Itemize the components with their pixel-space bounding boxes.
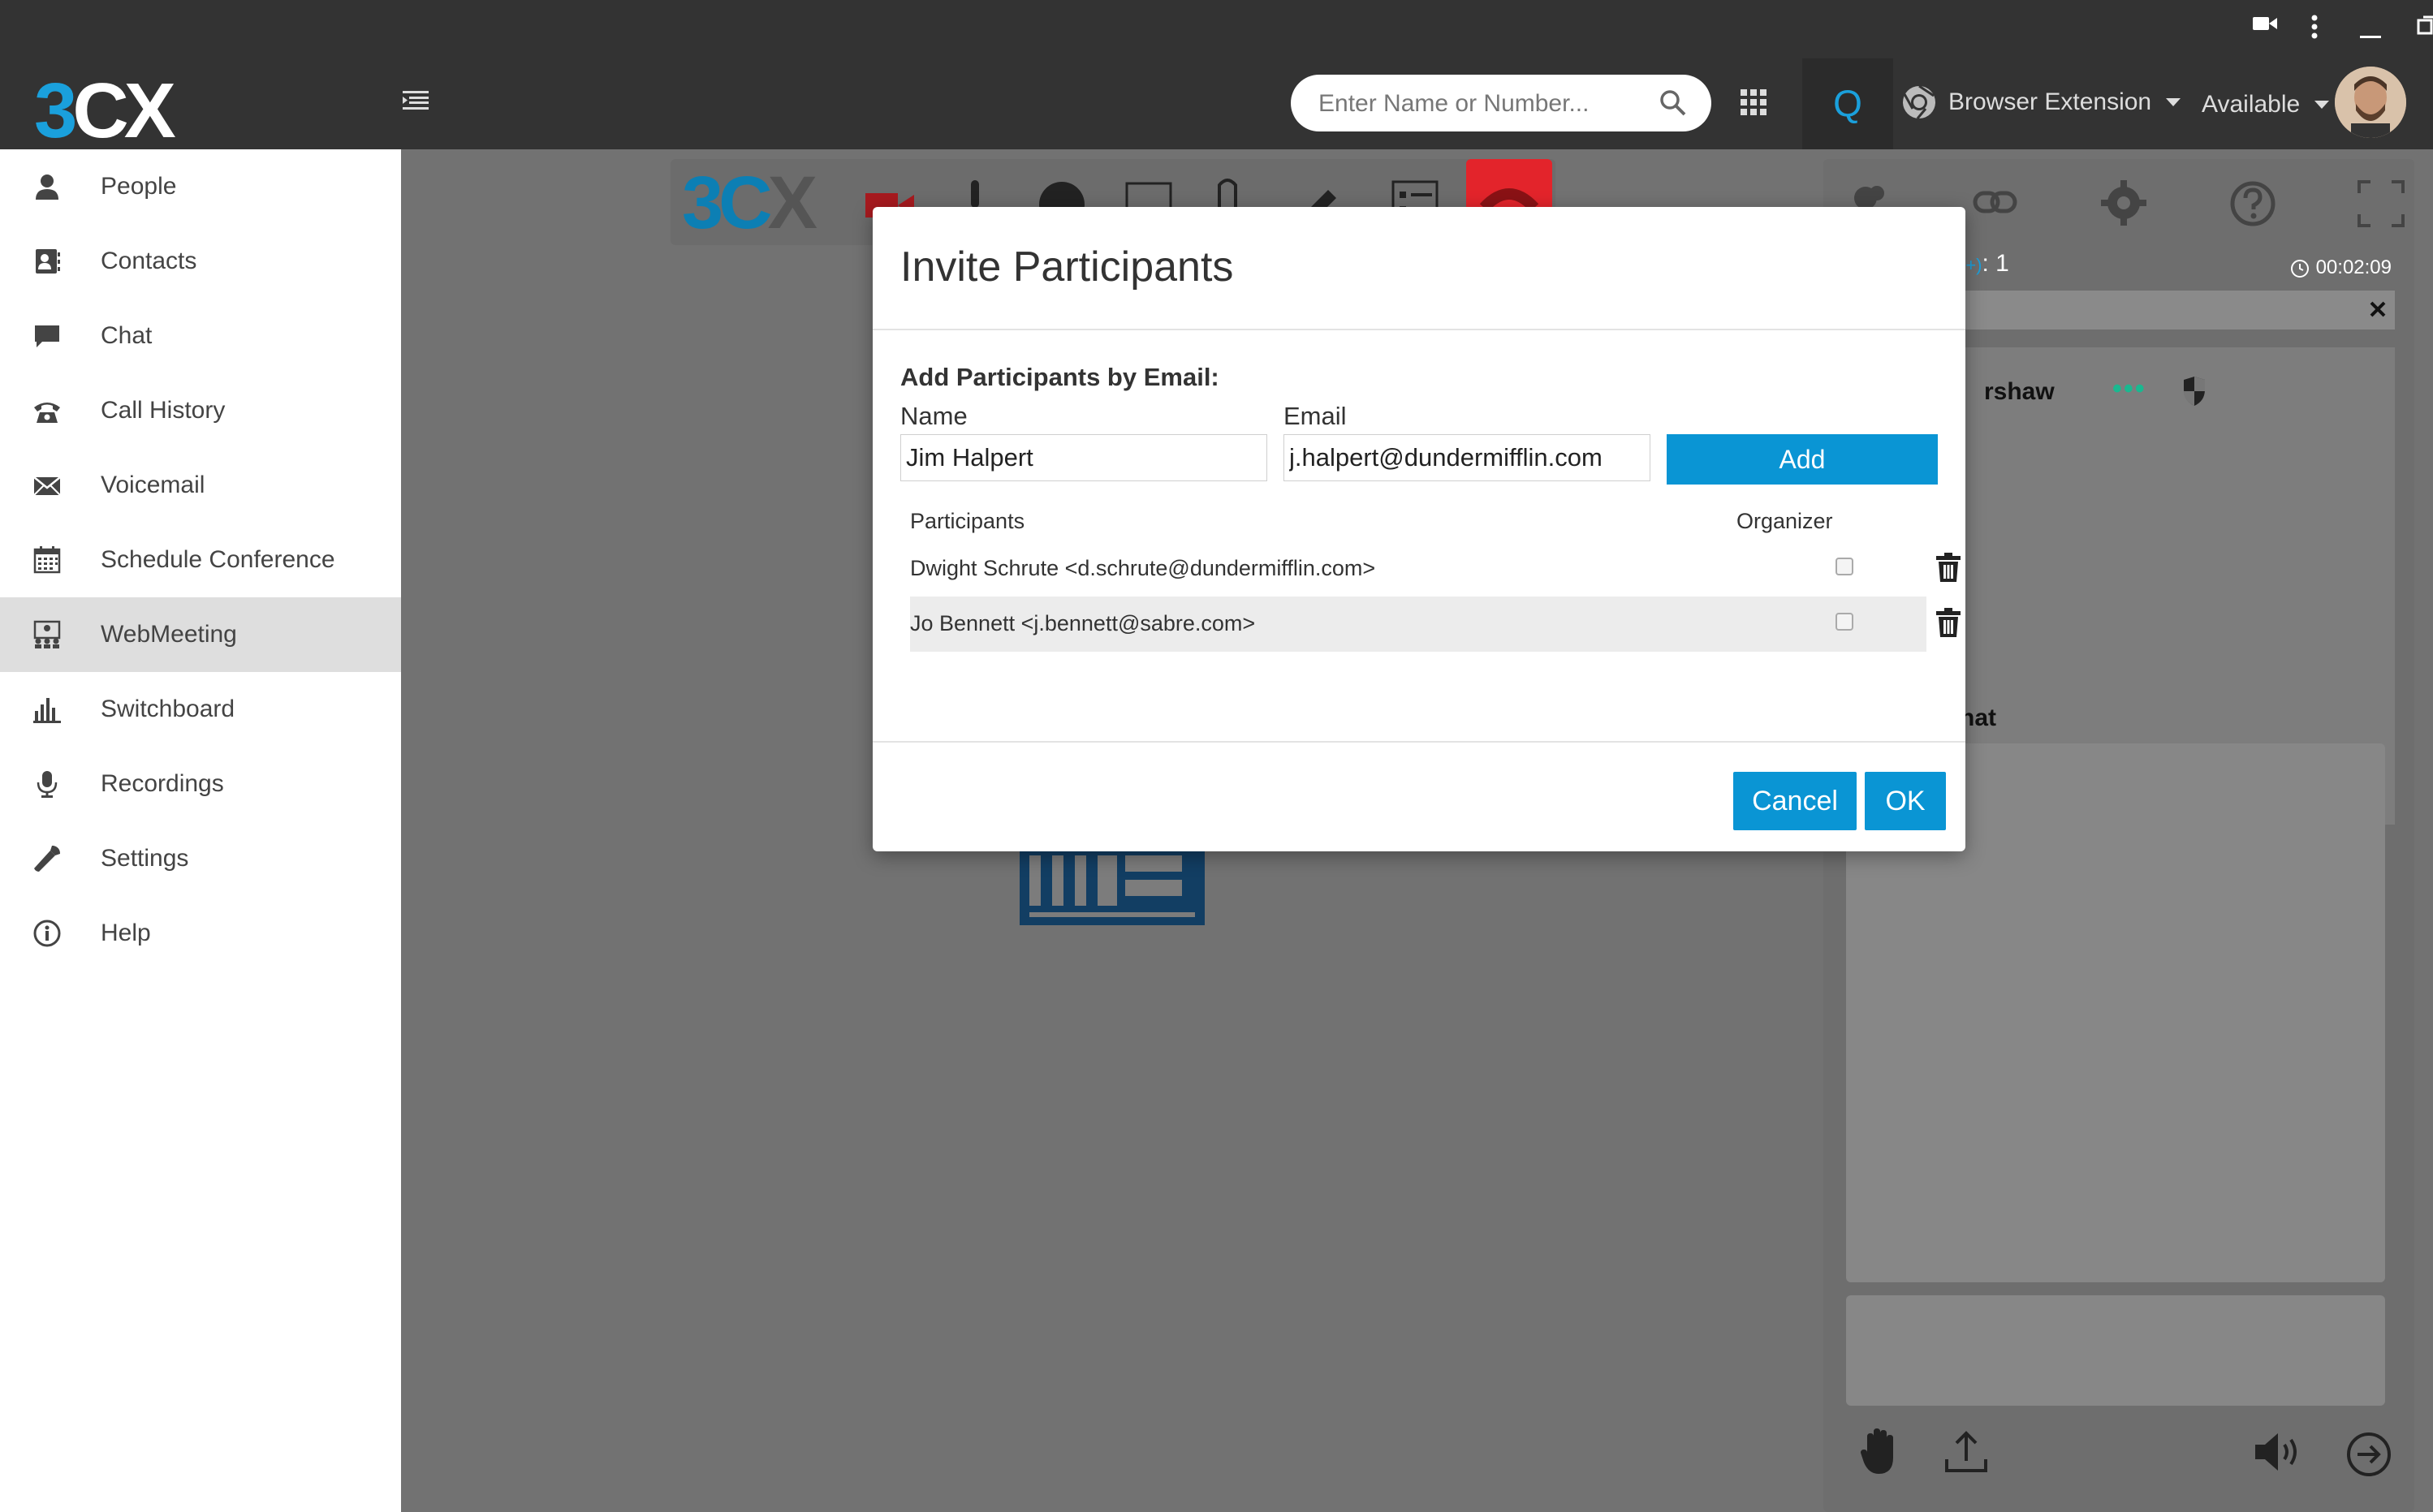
email-label: Email [1283, 402, 1347, 430]
sidebar-item-label: Contacts [101, 248, 197, 274]
sidebar-item-label: Voicemail [101, 472, 205, 498]
organizer-checkbox[interactable] [1836, 558, 1853, 575]
participant-count: (+): 1 [1960, 250, 2009, 277]
name-label: Name [900, 402, 968, 430]
cancel-button[interactable]: Cancel [1733, 772, 1857, 830]
organizer-checkbox[interactable] [1836, 613, 1853, 631]
microphone-icon [32, 769, 62, 799]
person-icon [32, 172, 62, 201]
sidebar-item-recordings[interactable]: Recordings [0, 747, 401, 821]
queue-button[interactable]: Q [1802, 58, 1893, 149]
trash-icon[interactable] [1936, 608, 1961, 637]
video-camera-icon[interactable] [2253, 15, 2277, 32]
browser-extension-label: Browser Extension [1948, 88, 2152, 115]
info-icon [32, 919, 62, 948]
bar-chart-icon [32, 695, 62, 724]
close-icon[interactable] [2369, 300, 2387, 318]
divider [873, 329, 1965, 330]
sidebar-item-label: Settings [101, 845, 189, 872]
wrench-icon [32, 844, 62, 873]
dialog-title: Invite Participants [900, 243, 1234, 291]
sidebar-item-label: People [101, 173, 177, 200]
sidebar-item-switchboard[interactable]: Switchboard [0, 672, 401, 747]
organizer-column-header: Organizer [1736, 509, 1833, 533]
sidebar-item-call-history[interactable]: Call History [0, 373, 401, 448]
add-button[interactable]: Add [1667, 434, 1938, 485]
status-selector[interactable]: Available [2202, 91, 2330, 118]
contacts-icon [32, 247, 62, 276]
participant-entry: Dwight Schrute <d.schrute@dundermifflin.… [910, 556, 1376, 580]
sidebar-item-chat[interactable]: Chat [0, 299, 401, 373]
email-field[interactable] [1283, 434, 1650, 481]
ok-button[interactable]: OK [1865, 772, 1946, 830]
fullscreen-icon[interactable] [2358, 180, 2405, 227]
link-icon[interactable] [1973, 188, 2018, 218]
phone-icon [32, 396, 62, 425]
participant-row: Dwight Schrute <d.schrute@dundermifflin.… [910, 541, 1961, 597]
menu-toggle-icon[interactable] [403, 89, 429, 110]
meeting-logo: 3CX [682, 162, 817, 244]
upload-icon[interactable] [1943, 1430, 1989, 1472]
name-field[interactable] [900, 434, 1267, 481]
more-options-icon[interactable]: ••• [2112, 373, 2146, 405]
browser-extension-selector[interactable]: Browser Extension [1901, 84, 2181, 120]
chevron-down-icon [2166, 98, 2181, 106]
participant-entry: Jo Bennett <j.bennett@sabre.com> [910, 611, 1256, 635]
sidebar-item-label: Switchboard [101, 696, 235, 722]
envelope-icon [32, 471, 62, 500]
sidebar: People Contacts Chat Call History Voicem… [0, 149, 401, 1512]
gear-icon[interactable] [2099, 179, 2148, 227]
sidebar-item-label: Call History [101, 397, 226, 424]
sidebar-item-label: Schedule Conference [101, 546, 335, 573]
clock-icon [2290, 259, 2310, 278]
webmeeting-icon [32, 620, 62, 649]
sidebar-item-voicemail[interactable]: Voicemail [0, 448, 401, 523]
search-icon[interactable] [1659, 89, 1687, 117]
meeting-timer: 00:02:09 [2290, 256, 2392, 279]
avatar[interactable] [2335, 67, 2406, 138]
sidebar-item-settings[interactable]: Settings [0, 821, 401, 896]
sidebar-item-label: Help [101, 920, 151, 946]
side-panel-bottom-bar [1823, 1422, 2414, 1503]
sidebar-item-label: Chat [101, 322, 153, 349]
chevron-down-icon [2314, 101, 2330, 109]
calendar-icon [32, 545, 62, 575]
chat-icon [32, 321, 62, 351]
chat-input[interactable] [1846, 1295, 2385, 1406]
section-label: Add Participants by Email: [900, 363, 1219, 391]
more-vertical-icon[interactable] [2311, 15, 2318, 39]
raise-hand-icon[interactable] [1861, 1428, 1900, 1474]
participant-name: rshaw [1984, 378, 2055, 405]
minimize-icon[interactable] [2360, 15, 2381, 39]
sidebar-item-label: Recordings [101, 770, 224, 797]
queue-label: Q [1833, 82, 1862, 124]
trash-icon[interactable] [1936, 553, 1961, 582]
sidebar-item-people[interactable]: People [0, 149, 401, 224]
top-bar: 3CX Q Browser Extension Available [0, 0, 2433, 154]
restore-icon[interactable] [2417, 15, 2433, 36]
sidebar-item-schedule-conference[interactable]: Schedule Conference [0, 523, 401, 597]
sidebar-item-label: WebMeeting [101, 621, 237, 648]
app-logo: 3CX [34, 67, 176, 154]
speaker-icon[interactable] [2254, 1432, 2302, 1472]
chrome-icon [1901, 84, 1937, 120]
sidebar-item-webmeeting[interactable]: WebMeeting [0, 597, 401, 672]
status-label: Available [2202, 91, 2301, 118]
invite-participants-dialog: Invite Participants Add Participants by … [873, 207, 1965, 851]
shield-icon [2182, 377, 2207, 406]
sidebar-item-help[interactable]: Help [0, 896, 401, 971]
dialpad-icon[interactable] [1741, 89, 1767, 115]
participant-row: Jo Bennett <j.bennett@sabre.com> [910, 597, 1961, 652]
search-input[interactable] [1317, 75, 1637, 133]
sidebar-item-contacts[interactable]: Contacts [0, 224, 401, 299]
exit-meeting-icon[interactable] [2346, 1432, 2392, 1477]
divider [873, 741, 1965, 743]
participants-column-header: Participants [910, 509, 1025, 533]
help-icon[interactable] [2229, 180, 2276, 227]
search-box [1291, 75, 1711, 133]
